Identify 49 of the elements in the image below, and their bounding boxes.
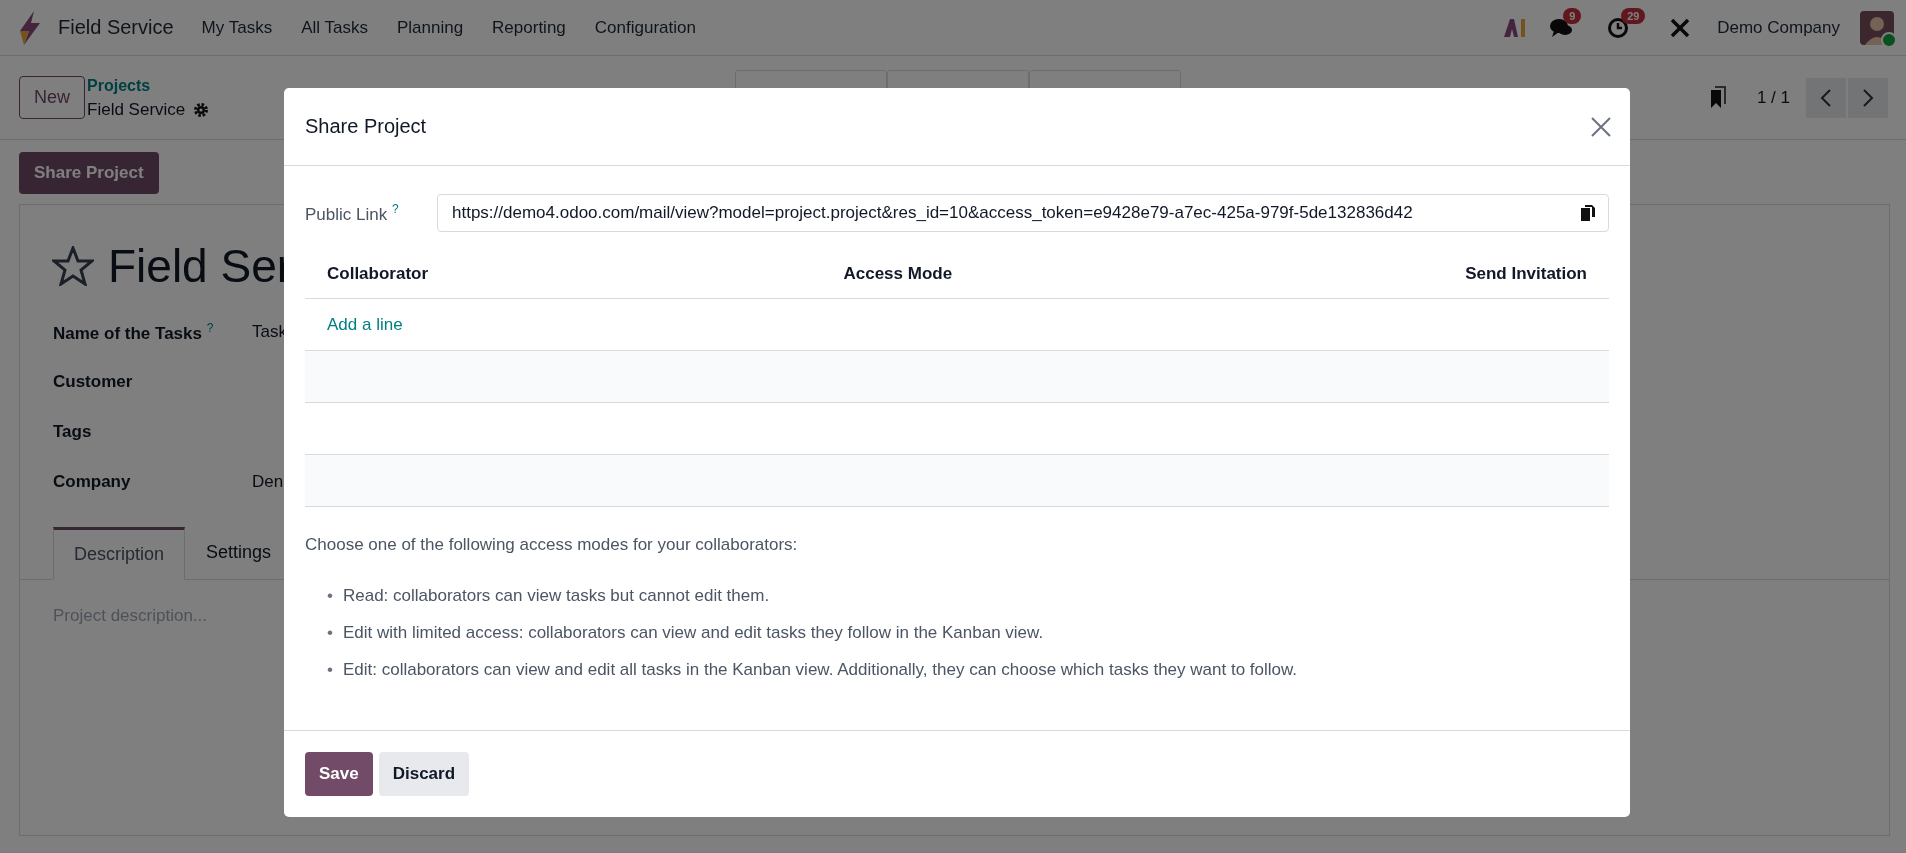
app-name[interactable]: Field Service <box>58 16 174 39</box>
star-icon[interactable] <box>52 246 94 286</box>
new-button[interactable]: New <box>19 76 85 119</box>
message-count-badge: 9 <box>1563 7 1582 24</box>
activity-count-badge: 29 <box>1621 7 1646 24</box>
bullet-marker: • <box>327 585 333 607</box>
access-mode-description: Edit with limited access: collaborators can view and edit tasks they follow in the Kanban view. <box>342 622 1044 644</box>
project-title: Field Ser <box>108 239 293 293</box>
company-name[interactable]: Demo Company <box>1717 17 1840 38</box>
public-link-field[interactable]: https://demo4.odoo.com/mail/view?model=project.project&res_id=10&access_token=e9428e79-a7ec-425a-979f-5de132836d42 <box>437 194 1609 232</box>
access-modes-intro: Choose one of the following access modes for your collaborators: <box>305 535 799 555</box>
chevron-left-icon[interactable] <box>1820 88 1832 107</box>
app-logo-icon[interactable] <box>18 10 42 45</box>
next-button[interactable] <box>1848 77 1888 118</box>
gear-icon[interactable] <box>193 101 210 118</box>
dialog-title: Share Project <box>305 115 427 138</box>
field-label: Customer <box>53 372 134 392</box>
add-line-link[interactable]: Add a line <box>327 314 403 334</box>
field-value[interactable]: Den <box>252 472 284 492</box>
previous-button[interactable] <box>1806 77 1846 118</box>
column-header: Send Invitation <box>1365 250 1609 299</box>
field-label: Name of the Tasks $^{?}$ <box>53 320 215 344</box>
bookmark-icon[interactable] <box>1708 85 1727 110</box>
user-avatar[interactable] <box>1860 10 1894 45</box>
field-label: Public Link $^{?}$ <box>305 201 400 225</box>
menu-item[interactable]: Reporting <box>492 17 566 38</box>
record-name: Field Service <box>87 98 186 121</box>
discard-button[interactable]: Discard <box>378 752 470 796</box>
field-label: Tags <box>53 422 93 442</box>
column-header: Collaborator <box>305 250 822 299</box>
close-button[interactable] <box>1590 115 1612 138</box>
pager-value[interactable]: 1 / 1 <box>1756 87 1790 108</box>
chevron-right-icon[interactable] <box>1862 88 1874 107</box>
menu-item[interactable]: All Tasks <box>301 17 368 38</box>
breadcrumb-link[interactable]: Projects <box>87 73 210 98</box>
copy-icon[interactable] <box>1580 204 1596 222</box>
menu-item[interactable]: My Tasks <box>201 17 273 38</box>
share-project-button[interactable]: Share Project <box>19 152 159 194</box>
tab[interactable]: Description <box>53 527 186 580</box>
menu-item[interactable]: Planning <box>396 17 464 38</box>
access-mode-description: Edit: collaborators can view and edit all tasks in the Kanban view. Additionally, they can choose which tasks they want to follow. <box>342 659 1298 681</box>
bullet-marker: • <box>327 622 333 644</box>
column-header: Access Mode <box>821 250 1365 299</box>
menu-item[interactable]: Configuration <box>594 17 696 38</box>
bullet-marker: • <box>327 659 333 681</box>
ai-icon[interactable] <box>1503 17 1528 38</box>
field-label: Company <box>53 472 132 492</box>
save-button[interactable]: Save <box>305 752 373 796</box>
access-mode-description: Read: collaborators can view tasks but cannot edit them. <box>342 585 770 607</box>
